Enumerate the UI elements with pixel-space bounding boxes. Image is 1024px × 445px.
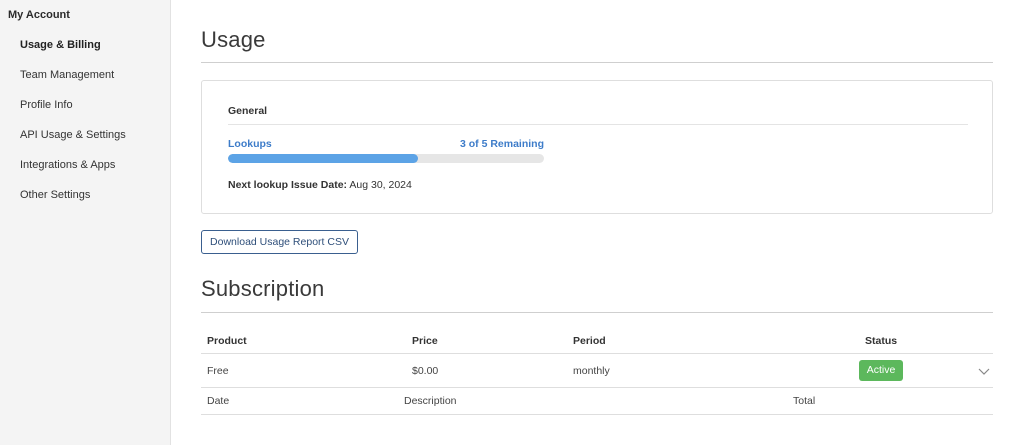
usage-card: General Lookups 3 of 5 Remaining Next lo… xyxy=(201,80,993,214)
header-divider xyxy=(201,353,993,354)
sidebar-item-integrations-apps[interactable]: Integrations & Apps xyxy=(20,159,115,171)
column-header-product: Product xyxy=(207,335,247,347)
sidebar-item-usage-billing[interactable]: Usage & Billing xyxy=(20,39,101,51)
sidebar-item-team-management[interactable]: Team Management xyxy=(20,69,114,81)
sidebar-item-other-settings[interactable]: Other Settings xyxy=(20,189,90,201)
status-badge: Active xyxy=(859,360,903,381)
column-header-period: Period xyxy=(573,335,606,347)
row-divider xyxy=(201,387,993,388)
lookups-progress-fill xyxy=(228,154,418,163)
sidebar: My Account Usage & Billing Team Manageme… xyxy=(0,0,171,445)
usage-title-divider xyxy=(201,62,993,63)
cell-price: $0.00 xyxy=(412,365,439,377)
next-issue-date: Aug 30, 2024 xyxy=(349,179,412,191)
sidebar-item-api-usage-settings[interactable]: API Usage & Settings xyxy=(20,129,126,141)
usage-title: Usage xyxy=(201,27,266,52)
lookups-remaining: 3 of 5 Remaining xyxy=(459,138,544,150)
subscription-title: Subscription xyxy=(201,276,325,301)
subscription-title-divider xyxy=(201,312,993,313)
sidebar-heading: My Account xyxy=(8,9,70,21)
main-content: Usage General Lookups 3 of 5 Remaining N… xyxy=(201,0,993,445)
app-layout: My Account Usage & Billing Team Manageme… xyxy=(0,0,1024,445)
sidebar-item-profile-info[interactable]: Profile Info xyxy=(20,99,73,111)
chevron-down-icon[interactable] xyxy=(977,364,991,378)
detail-divider xyxy=(201,414,993,415)
detail-header-total: Total xyxy=(793,395,816,407)
card-header-general: General xyxy=(228,105,268,117)
next-issue-label: Next lookup Issue Date: xyxy=(228,179,348,191)
detail-header-date: Date xyxy=(207,395,230,407)
card-divider xyxy=(228,124,968,125)
cell-period: monthly xyxy=(573,365,610,377)
cell-product: Free xyxy=(207,365,229,377)
column-header-status: Status xyxy=(865,335,898,347)
next-lookup-issue: Next lookup Issue Date: Aug 30, 2024 xyxy=(228,179,412,191)
download-usage-report-button[interactable]: Download Usage Report CSV xyxy=(201,230,358,254)
column-header-price: Price xyxy=(412,335,438,347)
detail-header-description: Description xyxy=(404,395,457,407)
lookups-progress-bar xyxy=(228,154,544,163)
